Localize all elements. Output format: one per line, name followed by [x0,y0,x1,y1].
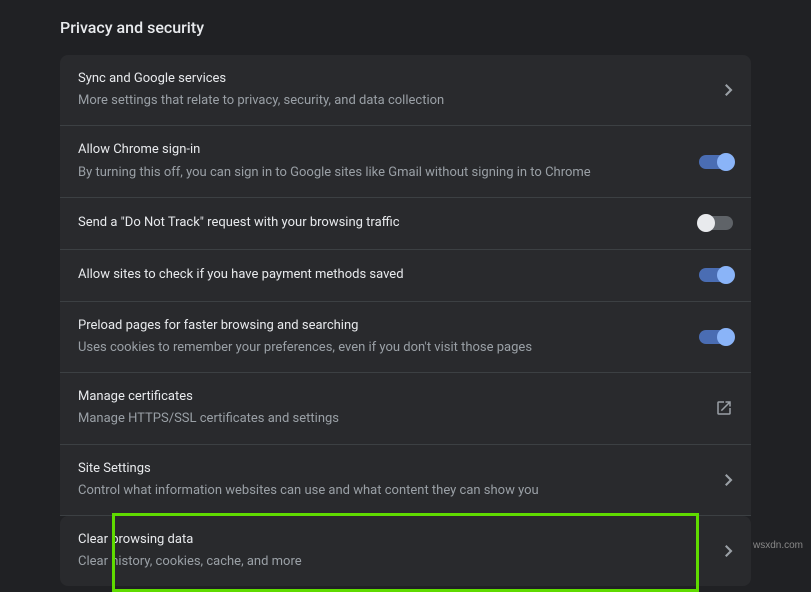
chevron-right-icon [725,545,733,557]
row-title: Clear browsing data [78,531,709,549]
preload-toggle[interactable] [699,330,733,344]
row-title: Allow sites to check if you have payment… [78,266,683,284]
signin-toggle[interactable] [699,155,733,169]
row-text: Allow sites to check if you have payment… [78,266,683,284]
chevron-right-icon [725,474,733,486]
row-desc: More settings that relate to privacy, se… [78,92,709,110]
row-text: Sync and Google services More settings t… [78,70,709,110]
chevron-right-icon [725,84,733,96]
watermark: wsxdn.com [753,540,803,551]
row-title: Manage certificates [78,388,699,406]
row-text: Preload pages for faster browsing and se… [78,317,683,357]
preload-pages-row[interactable]: Preload pages for faster browsing and se… [60,302,751,373]
allow-chrome-signin-row[interactable]: Allow Chrome sign-in By turning this off… [60,126,751,197]
row-title: Preload pages for faster browsing and se… [78,317,683,335]
manage-certificates-row[interactable]: Manage certificates Manage HTTPS/SSL cer… [60,373,751,444]
row-desc: By turning this off, you can sign in to … [78,164,683,182]
settings-list: Sync and Google services More settings t… [0,55,811,586]
site-settings-row[interactable]: Site Settings Control what information w… [60,445,751,516]
sync-google-services-row[interactable]: Sync and Google services More settings t… [60,55,751,126]
dnt-toggle[interactable] [699,216,733,230]
toggle-container [699,216,733,230]
row-text: Manage certificates Manage HTTPS/SSL cer… [78,388,699,428]
row-text: Allow Chrome sign-in By turning this off… [78,141,683,181]
external-link-icon [715,399,733,417]
row-title: Send a "Do Not Track" request with your … [78,214,683,232]
row-text: Clear browsing data Clear history, cooki… [78,531,709,571]
section-heading: Privacy and security [0,0,811,55]
do-not-track-row[interactable]: Send a "Do Not Track" request with your … [60,198,751,250]
payment-methods-row[interactable]: Allow sites to check if you have payment… [60,250,751,302]
row-desc: Clear history, cookies, cache, and more [78,553,709,571]
row-desc: Manage HTTPS/SSL certificates and settin… [78,410,699,428]
row-title: Site Settings [78,460,709,478]
row-text: Send a "Do Not Track" request with your … [78,214,683,232]
payment-toggle[interactable] [699,268,733,282]
row-title: Sync and Google services [78,70,709,88]
row-text: Site Settings Control what information w… [78,460,709,500]
clear-browsing-data-row[interactable]: Clear browsing data Clear history, cooki… [60,516,751,586]
highlighted-container: Clear browsing data Clear history, cooki… [60,516,751,586]
toggle-container [699,268,733,282]
toggle-container [699,155,733,169]
toggle-container [699,330,733,344]
row-desc: Control what information websites can us… [78,482,709,500]
row-desc: Uses cookies to remember your preference… [78,339,683,357]
row-title: Allow Chrome sign-in [78,141,683,159]
